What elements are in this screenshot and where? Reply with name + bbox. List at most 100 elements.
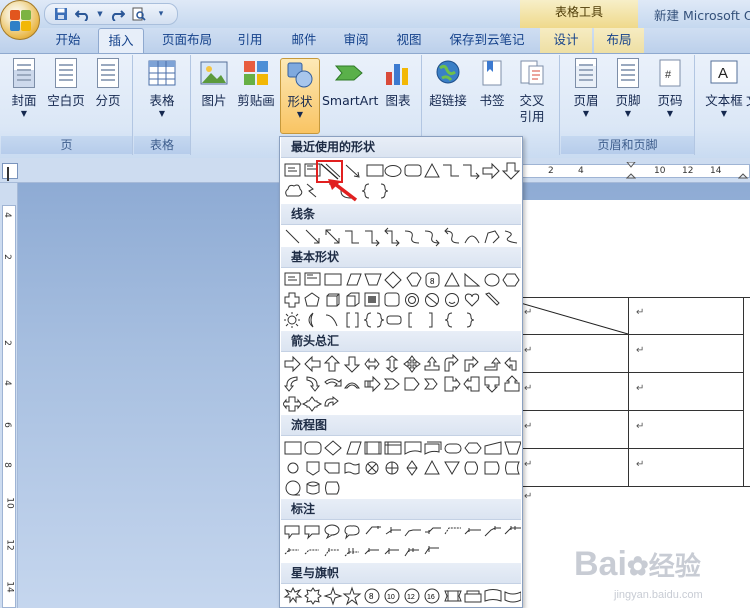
tab-review[interactable]: 审阅 — [334, 28, 378, 53]
paragraph-mark-icon: ↵ — [636, 307, 645, 318]
chevron-down-icon[interactable]: ▼ — [97, 6, 103, 22]
annotation-arrow-icon — [328, 179, 358, 202]
section-stars-banners: 星与旗帜 — [281, 563, 521, 584]
save-icon[interactable] — [53, 6, 69, 22]
chevron-down-icon: ▼ — [666, 109, 674, 118]
group-label-header-footer: 页眉和页脚 — [561, 136, 694, 154]
chevron-down-icon: ▼ — [720, 109, 728, 118]
flowchart-row-2[interactable] — [283, 458, 521, 478]
basic-shapes-row-2[interactable] — [283, 290, 521, 310]
paragraph-mark-icon: ↵ — [524, 383, 533, 394]
smartart-button[interactable]: SmartArt — [322, 58, 378, 109]
cross-reference-button[interactable]: 交叉 引用 — [514, 58, 550, 125]
picture-button[interactable]: 图片 — [198, 58, 230, 109]
table-cell[interactable] — [628, 372, 744, 411]
flowchart-row-1[interactable] — [283, 438, 521, 458]
group-label-pages: 页 — [1, 136, 132, 154]
tab-references[interactable]: 引用 — [228, 28, 272, 53]
paw-logo-icon: ✿ — [626, 551, 649, 581]
ruler-number: 6 — [1, 422, 12, 428]
quick-access-toolbar: ▼ ▾ — [44, 3, 178, 25]
document-title: 新建 Microsoft O — [654, 8, 750, 23]
header-icon — [575, 58, 597, 88]
basic-shapes-row-1[interactable]: 8 — [283, 270, 521, 290]
blank-page-icon — [55, 58, 77, 88]
redo-icon[interactable] — [109, 6, 125, 22]
text-box-button[interactable]: A 文本框 ▼ — [702, 58, 746, 119]
tab-mailings[interactable]: 邮件 — [282, 28, 326, 53]
basic-shapes-row-3[interactable] — [283, 310, 483, 330]
table-button[interactable]: 表格 ▼ — [144, 58, 180, 119]
arrows-row-1[interactable] — [283, 354, 521, 374]
ruler-number: 4 — [1, 212, 12, 218]
tab-selector-icon[interactable] — [2, 163, 18, 179]
bookmark-button[interactable]: 书签 — [474, 58, 510, 109]
group-label-tables: 表格 — [134, 136, 190, 154]
chevron-down-icon: ▼ — [158, 109, 166, 118]
ruler-number: 2 — [1, 254, 12, 260]
blank-page-button[interactable]: 空白页 — [46, 58, 86, 109]
section-recent-shapes: 最近使用的形状 — [281, 137, 521, 158]
flowchart-row-3[interactable] — [283, 478, 363, 498]
office-button[interactable] — [0, 0, 40, 40]
tab-layout[interactable]: 布局 — [594, 28, 644, 53]
lines-row[interactable] — [283, 227, 521, 247]
bookmark-icon — [477, 58, 507, 90]
page-number-button[interactable]: # 页码 ▼ — [650, 58, 690, 119]
table-cell[interactable] — [628, 410, 744, 449]
indent-marker-icon[interactable] — [625, 161, 637, 180]
svg-text:#: # — [665, 69, 672, 81]
table-cell[interactable] — [628, 448, 744, 487]
callouts-row-2[interactable] — [283, 542, 443, 562]
clip-art-button[interactable]: 剪贴画 — [236, 58, 276, 109]
customize-icon[interactable]: ▾ — [153, 6, 169, 22]
watermark-url: jingyan.baidu.com — [614, 589, 703, 601]
chart-button[interactable]: 图表 — [380, 58, 416, 109]
tab-view[interactable]: 视图 — [387, 28, 431, 53]
print-preview-icon[interactable] — [131, 6, 147, 22]
chevron-down-icon: ▼ — [624, 109, 632, 118]
indent-marker-icon[interactable] — [737, 162, 749, 180]
table-cell[interactable] — [628, 297, 744, 335]
ruler-number: 12 — [4, 539, 15, 551]
section-callouts: 标注 — [281, 499, 521, 520]
text-box-icon: A — [709, 58, 739, 90]
footer-button[interactable]: 页脚 ▼ — [608, 58, 648, 119]
ruler-number: 4 — [1, 380, 12, 386]
ruler-number: 2 — [548, 166, 554, 176]
table-cell[interactable] — [628, 334, 744, 373]
shapes-button[interactable]: 形状 ▼ — [280, 58, 320, 134]
arrows-row-2[interactable] — [283, 374, 521, 394]
ruler-number: 10 — [4, 497, 15, 509]
tab-page-layout[interactable]: 页面布局 — [154, 28, 220, 53]
chevron-down-icon: ▼ — [582, 109, 590, 118]
undo-icon[interactable] — [75, 6, 91, 22]
stars-row-1[interactable]: 8 10 12 16 — [283, 586, 521, 606]
svg-text:10: 10 — [387, 594, 395, 601]
paragraph-mark-icon: ↵ — [636, 383, 645, 394]
chevron-down-icon: ▼ — [20, 109, 28, 118]
cross-reference-icon — [517, 58, 547, 90]
table-tools-context-title: 表格工具 — [520, 0, 638, 28]
arrows-row-3[interactable] — [283, 394, 363, 414]
tab-design[interactable]: 设计 — [540, 28, 592, 53]
header-button[interactable]: 页眉 ▼ — [566, 58, 606, 119]
ribbon-clipped-button[interactable]: 文 — [746, 58, 750, 109]
paragraph-mark-icon: ↵ — [636, 345, 645, 356]
tab-save-cloud-notes[interactable]: 保存到云笔记 — [444, 28, 530, 53]
table-cell[interactable] — [743, 297, 750, 487]
callouts-row-1[interactable] — [283, 522, 521, 542]
cover-page-button[interactable]: 封面 ▼ — [6, 58, 42, 119]
picture-icon — [199, 58, 229, 90]
cross-reference-label: 交叉 引用 — [519, 93, 545, 124]
ruler-number: 14 — [4, 581, 15, 593]
baidu-watermark: Bai✿经验 — [574, 545, 701, 583]
ruler-number: 2 — [1, 340, 12, 346]
hyperlink-button[interactable]: 超链接 — [428, 58, 468, 109]
shapes-icon — [285, 59, 315, 91]
tab-home[interactable]: 开始 — [44, 28, 92, 53]
page-break-button[interactable]: 分页 — [92, 58, 124, 109]
svg-text:A: A — [718, 65, 728, 82]
tab-insert[interactable]: 插入 — [98, 28, 144, 54]
svg-text:8: 8 — [369, 592, 374, 601]
